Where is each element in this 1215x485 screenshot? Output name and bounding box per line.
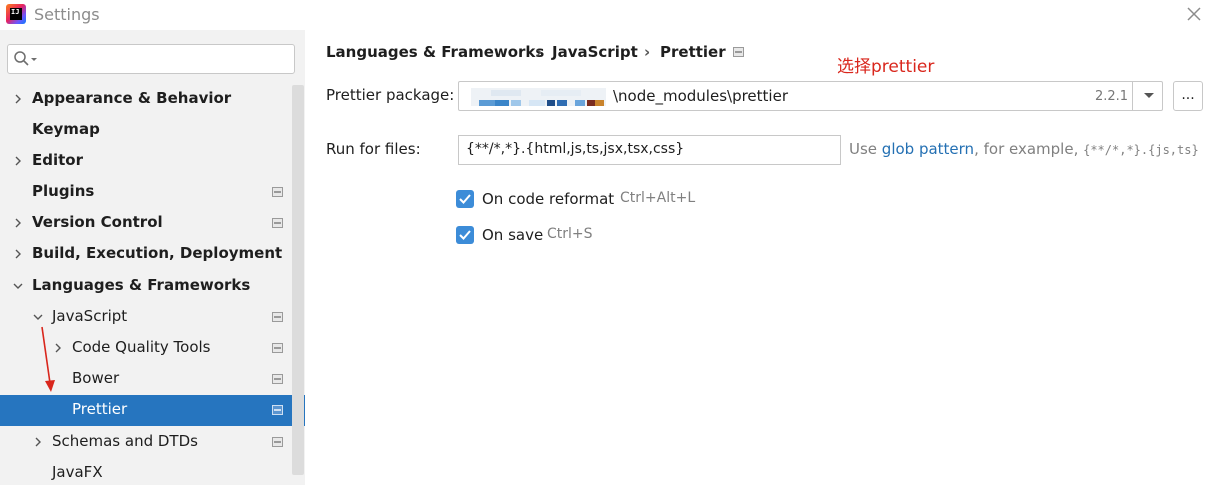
prettier-package-label: Prettier package:	[326, 86, 455, 104]
project-scope-icon	[272, 312, 283, 322]
title-bar: IJ Settings	[0, 0, 1215, 30]
sidebar-item-label: Plugins	[32, 182, 95, 200]
on-save-label[interactable]: On save	[482, 226, 543, 244]
sidebar-item-label: JavaFX	[52, 463, 103, 481]
project-scope-icon	[272, 187, 283, 197]
sidebar-item-label: Prettier	[72, 400, 128, 418]
chevron-down-icon[interactable]	[12, 280, 24, 292]
glob-hint: Use glob pattern, for example, {**/*,*}.…	[849, 140, 1199, 158]
annotation-text: 选择prettier	[837, 57, 935, 77]
search-icon	[14, 51, 37, 66]
sidebar-item-label: Editor	[32, 151, 83, 169]
close-icon[interactable]	[1185, 5, 1203, 23]
sidebar-item-build-execution-deployment[interactable]: Build, Execution, Deployment	[0, 239, 292, 270]
chevron-down-icon[interactable]	[1143, 92, 1155, 100]
checkmark-icon	[459, 194, 471, 204]
prettier-version: 2.2.1	[1095, 89, 1129, 104]
breadcrumb-separator: ›	[536, 43, 543, 61]
browse-button[interactable]: ...	[1173, 81, 1203, 111]
reformat-shortcut: Ctrl+Alt+L	[620, 190, 696, 206]
sidebar-item-label: Keymap	[32, 120, 100, 138]
chevron-right-icon[interactable]	[12, 93, 24, 105]
hint-example: {**/*,*}.{js,ts}	[1083, 143, 1199, 157]
chevron-right-icon[interactable]	[12, 248, 24, 260]
chevron-right-icon[interactable]	[12, 217, 24, 229]
sidebar-item-label: Code Quality Tools	[72, 338, 211, 356]
search-input[interactable]	[7, 44, 295, 74]
annotation-arrow-icon	[41, 326, 55, 392]
window-title: Settings	[34, 5, 100, 24]
project-scope-icon	[272, 405, 283, 415]
sidebar-item-label: Appearance & Behavior	[32, 89, 232, 107]
sidebar-item-appearance-behavior[interactable]: Appearance & Behavior	[0, 84, 292, 115]
sidebar-item-languages-frameworks[interactable]: Languages & Frameworks	[0, 271, 292, 302]
project-scope-icon	[272, 437, 283, 447]
sidebar-item-schemas-and-dtds[interactable]: Schemas and DTDs	[0, 427, 292, 458]
on-code-reformat-label[interactable]: On code reformat	[482, 190, 614, 208]
sidebar-item-label: JavaScript	[52, 307, 128, 325]
project-scope-icon	[733, 47, 744, 57]
breadcrumb-separator: ›	[644, 43, 651, 61]
breadcrumb-item: JavaScript	[552, 43, 638, 61]
on-code-reformat-checkbox[interactable]	[456, 190, 474, 208]
on-save-checkbox[interactable]	[456, 226, 474, 244]
sidebar-item-label: Bower	[72, 369, 120, 387]
sidebar-item-label: Version Control	[32, 213, 163, 231]
save-shortcut: Ctrl+S	[547, 226, 593, 242]
checkmark-icon	[459, 230, 471, 240]
chevron-right-icon[interactable]	[32, 436, 44, 448]
sidebar-item-editor[interactable]: Editor	[0, 146, 292, 177]
combo-divider	[1132, 82, 1133, 110]
sidebar-item-label: Languages & Frameworks	[32, 276, 251, 294]
sidebar-item-keymap[interactable]: Keymap	[0, 115, 292, 146]
sidebar-item-label: Build, Execution, Deployment	[32, 244, 283, 262]
sidebar-item-javafx[interactable]: JavaFX	[0, 458, 292, 485]
run-for-files-label: Run for files:	[326, 140, 421, 158]
breadcrumb-item: Prettier	[660, 43, 726, 61]
project-scope-icon	[272, 343, 283, 353]
run-for-files-input[interactable]: {**/*,*}.{html,js,ts,jsx,tsx,css}	[458, 135, 841, 165]
settings-sidebar: Appearance & Behavior Keymap Editor Plugins…	[0, 30, 305, 485]
project-scope-icon	[272, 374, 283, 384]
glob-pattern-link[interactable]: glob pattern	[882, 140, 974, 158]
hint-middle: , for example,	[974, 140, 1084, 158]
redacted-path	[471, 88, 606, 106]
chevron-right-icon[interactable]	[12, 155, 24, 167]
breadcrumb-item: Languages & Frameworks	[326, 43, 545, 61]
sidebar-item-label: Schemas and DTDs	[52, 432, 198, 450]
intellij-logo-icon: IJ	[6, 4, 26, 24]
project-scope-icon	[272, 218, 283, 228]
hint-prefix: Use	[849, 140, 882, 158]
prettier-package-combo[interactable]: \node_modules\prettier 2.2.1	[458, 81, 1163, 111]
sidebar-item-version-control[interactable]: Version Control	[0, 208, 292, 239]
tree-scrollbar[interactable]	[292, 85, 304, 475]
sidebar-item-prettier[interactable]: Prettier	[0, 395, 305, 426]
chevron-down-icon[interactable]	[32, 311, 44, 323]
sidebar-item-plugins[interactable]: Plugins	[0, 177, 292, 208]
prettier-package-path: \node_modules\prettier	[613, 87, 788, 105]
